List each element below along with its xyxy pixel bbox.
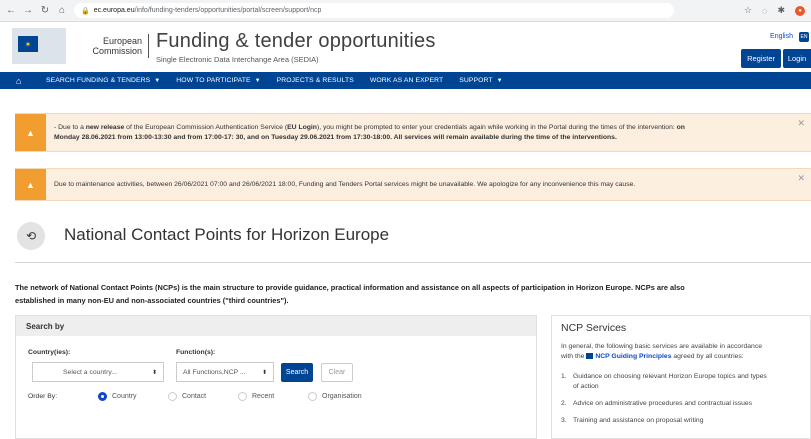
page-title: National Contact Points for Horizon Euro… [64,225,390,244]
nav-projects-results[interactable]: PROJECTS & RESULTS [277,77,354,84]
function-select[interactable]: All Functions,NCP ... ⬍ [176,362,274,382]
lock-icon: 🔒 [81,7,90,15]
address-bar[interactable]: 🔒 ec.europa.eu/info/funding-tenders/oppo… [74,3,674,18]
ncp-network-icon: ⟲ [17,222,45,250]
main-nav: ⌂ SEARCH FUNDING & TENDERS ▼ HOW TO PARTI… [0,72,811,89]
url-host: ec.europa.eu [93,7,135,14]
reload-icon[interactable]: ↻ [40,5,50,16]
warning-icon: ▲ [15,114,46,151]
clear-button[interactable]: Clear [321,363,353,382]
caret-down-icon: ▼ [254,77,261,84]
search-panel: Search by Country(ies): Select a country… [15,315,537,439]
search-button[interactable]: Search [281,363,313,382]
radio-selected-icon [98,392,107,401]
intro-text: The network of National Contact Points (… [15,283,685,305]
alert-maintenance: ▲ Due to maintenance activities, between… [15,168,811,201]
alert-message: Due to maintenance activities, between 2… [54,180,636,188]
back-icon[interactable]: ← [6,5,16,16]
warning-icon: ▲ [15,169,46,200]
puzzle-icon[interactable]: ✱ [777,5,785,16]
select-arrows-icon: ⬍ [261,369,267,376]
profile-avatar[interactable]: ● [795,5,805,16]
ncp-services-panel: NCP Services In general, the following b… [551,315,811,439]
select-arrows-icon: ⬍ [151,369,157,376]
url-path: /info/funding-tenders/opportunities/port… [134,7,322,14]
services-description: In general, the following basic services… [561,343,762,360]
language-code-badge[interactable]: EN [799,32,809,42]
close-icon[interactable]: ✕ [797,118,805,129]
heading-divider [15,262,811,263]
nav-search-funding[interactable]: SEARCH FUNDING & TENDERS ▼ [46,77,160,84]
nav-work-as-expert[interactable]: WORK AS AN EXPERT [370,77,443,84]
list-item: 2. Advice on administrative procedures an… [561,400,753,407]
function-label: Function(s): [176,349,216,356]
services-list: 1. Guidance on choosing relevant Horizon … [561,372,801,426]
language-selector[interactable]: English [770,33,793,40]
ec-logo[interactable]: ✶ [12,28,66,64]
order-organisation-radio[interactable]: Organisation [308,392,362,401]
close-icon[interactable]: ✕ [797,173,805,184]
caret-down-icon: ▼ [496,77,503,84]
caret-down-icon: ▼ [154,77,161,84]
nav-how-to-participate[interactable]: HOW TO PARTICIPATE ▼ [176,77,260,84]
forward-icon[interactable]: → [23,5,33,16]
site-header: ✶ European Commission Funding & tender o… [0,22,811,72]
site-title: Funding & tender opportunities [156,30,436,52]
register-button[interactable]: Register [741,49,781,68]
search-panel-header: Search by [16,316,536,336]
extension-icon[interactable]: ◌ [762,6,767,16]
list-item: 1. Guidance on choosing relevant Horizon … [561,373,767,390]
country-label: Country(ies): [28,349,71,356]
book-icon [586,353,594,360]
header-separator [148,34,149,58]
alert-message: - Due to a new release of the European C… [54,123,685,141]
order-country-radio[interactable]: Country [98,392,137,401]
radio-icon [168,392,177,401]
radio-icon [308,392,317,401]
eu-flag-icon: ✶ [18,36,38,52]
services-title: NCP Services [561,322,627,334]
site-subtitle: Single Electronic Data Interchange Area … [156,55,319,64]
order-recent-radio[interactable]: Recent [238,392,274,401]
radio-icon [238,392,247,401]
alert-eu-login: ▲ - Due to a new release of the European… [15,113,811,152]
ncp-guiding-principles-link[interactable]: NCP Guiding Principles [595,353,671,360]
home-nav-icon[interactable]: ⌂ [16,76,30,86]
home-icon[interactable]: ⌂ [57,5,67,16]
nav-support[interactable]: SUPPORT ▼ [459,77,502,84]
country-select[interactable]: Select a country... ⬍ [32,362,164,382]
list-item: 3. Training and assistance on proposal wr… [561,417,704,424]
order-contact-radio[interactable]: Contact [168,392,206,401]
bookmark-star-icon[interactable]: ☆ [744,5,752,16]
ec-name: European Commission [92,36,142,56]
order-by-label: Order By: [28,393,58,400]
browser-toolbar: ← → ↻ ⌂ 🔒 ec.europa.eu/info/funding-tend… [0,0,811,22]
login-button[interactable]: Login [783,49,811,68]
